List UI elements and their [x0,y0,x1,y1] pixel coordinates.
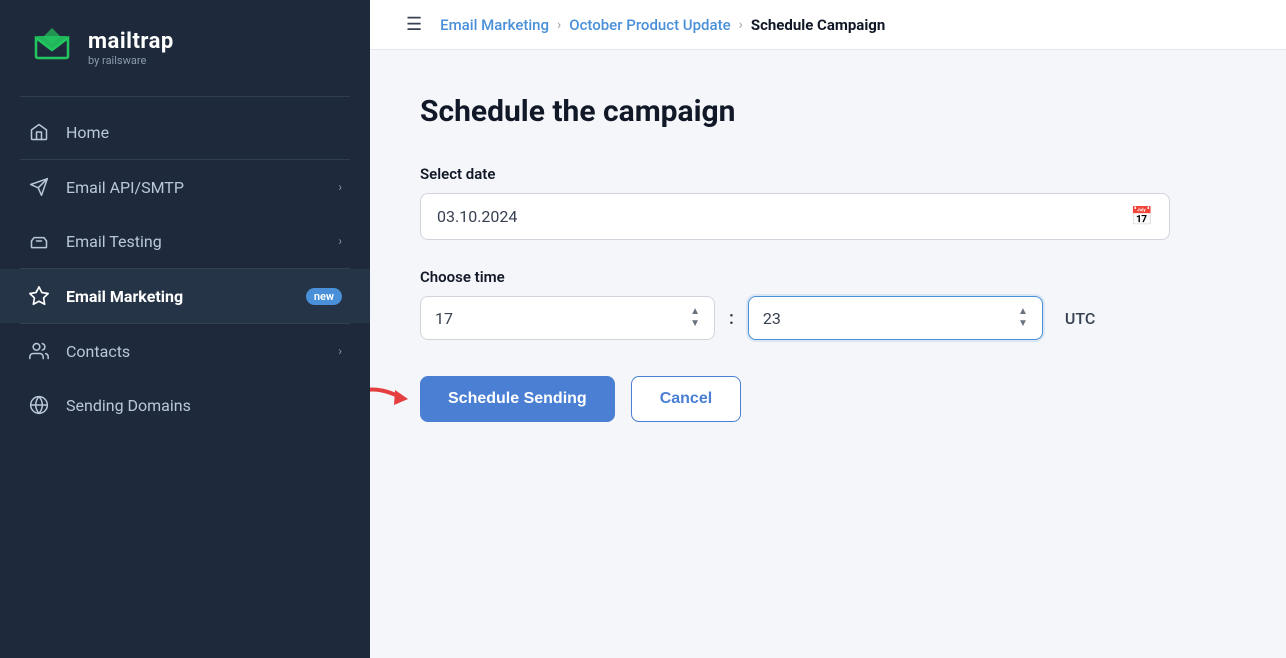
breadcrumb-email-marketing[interactable]: Email Marketing [440,16,549,34]
hour-down-arrow[interactable]: ▼ [690,319,700,329]
email-testing-label: Email Testing [66,232,322,251]
chevron-right-icon-3: › [338,344,342,358]
inbox-icon [28,230,50,252]
logo-icon [28,22,76,74]
contacts-label: Contacts [66,342,322,361]
sidebar-item-email-testing[interactable]: Email Testing › [0,214,370,268]
minute-arrows[interactable]: ▲ ▼ [1018,307,1028,329]
minute-down-arrow[interactable]: ▼ [1018,319,1028,329]
date-input[interactable]: 03.10.2024 📅 [420,193,1170,240]
chevron-right-icon: › [338,180,342,194]
button-row: Schedule Sending Cancel [420,376,1236,422]
hour-spinner[interactable]: 17 ▲ ▼ [420,296,715,340]
send-icon [28,176,50,198]
hour-arrows[interactable]: ▲ ▼ [690,307,700,329]
arrow-annotation [370,372,430,426]
minute-up-arrow[interactable]: ▲ [1018,307,1028,317]
breadcrumb: Email Marketing › October Product Update… [440,16,885,34]
time-colon: : [729,308,734,329]
logo-text: mailtrap by railsware [88,29,174,67]
sidebar-nav: Home Email API/SMTP › Ema [0,97,370,440]
timezone-label: UTC [1065,309,1095,328]
main-content: ☰ Email Marketing › October Product Upda… [370,0,1286,658]
sidebar-item-email-api-smtp[interactable]: Email API/SMTP › [0,160,370,214]
minute-spinner[interactable]: 23 ▲ ▼ [748,296,1043,340]
new-badge: new [306,288,342,305]
home-label: Home [66,123,342,142]
sidebar-item-contacts[interactable]: Contacts › [0,324,370,378]
page-title: Schedule the campaign [420,94,1236,129]
users-icon [28,340,50,362]
topbar: ☰ Email Marketing › October Product Upda… [370,0,1286,50]
hamburger-icon[interactable]: ☰ [406,14,422,35]
email-api-smtp-label: Email API/SMTP [66,178,322,197]
cancel-button[interactable]: Cancel [631,376,741,422]
calendar-icon: 📅 [1131,206,1153,227]
date-label: Select date [420,165,1236,183]
date-field-group: Select date 03.10.2024 📅 [420,165,1236,240]
logo-name: mailtrap [88,29,174,54]
hour-up-arrow[interactable]: ▲ [690,307,700,317]
sending-domains-label: Sending Domains [66,396,342,415]
breadcrumb-current: Schedule Campaign [751,16,885,34]
minute-value: 23 [763,309,781,328]
schedule-form: Select date 03.10.2024 📅 Choose time 17 … [420,165,1236,422]
logo-sub: by railsware [88,54,174,67]
time-label: Choose time [420,268,1236,286]
logo-area: mailtrap by railsware [0,0,370,96]
breadcrumb-october-update[interactable]: October Product Update [569,16,730,34]
breadcrumb-sep-2: › [739,17,743,33]
time-row: 17 ▲ ▼ : 23 ▲ ▼ UTC [420,296,1236,340]
sidebar-item-sending-domains[interactable]: Sending Domains [0,378,370,432]
sidebar-item-home[interactable]: Home [0,105,370,159]
sidebar: mailtrap by railsware Home [0,0,370,658]
globe-icon [28,394,50,416]
time-field-group: Choose time 17 ▲ ▼ : 23 ▲ ▼ [420,268,1236,340]
breadcrumb-sep-1: › [557,17,561,33]
email-marketing-label: Email Marketing [66,287,286,306]
chevron-right-icon-2: › [338,234,342,248]
page-body: Schedule the campaign Select date 03.10.… [370,50,1286,658]
home-icon [28,121,50,143]
date-value: 03.10.2024 [437,207,517,226]
sidebar-item-email-marketing[interactable]: Email Marketing new [0,269,370,323]
hour-value: 17 [435,309,453,328]
star-icon [28,285,50,307]
schedule-sending-button[interactable]: Schedule Sending [420,376,615,422]
